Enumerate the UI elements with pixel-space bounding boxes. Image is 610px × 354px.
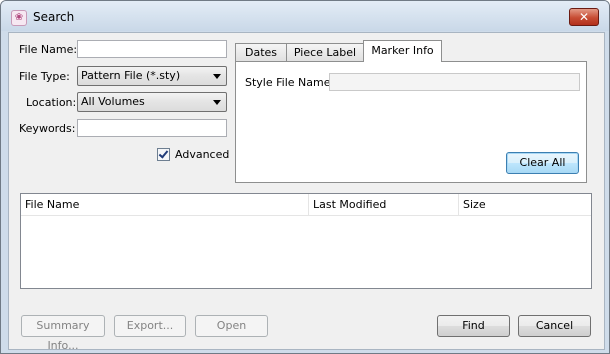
advanced-label: Advanced [175, 148, 230, 161]
clear-all-button[interactable]: Clear All [506, 152, 579, 174]
chevron-down-icon [213, 100, 221, 105]
keywords-input[interactable] [77, 119, 227, 137]
marker-info-panel: Style File Name: Clear All [235, 61, 587, 183]
style-file-name-input[interactable] [329, 73, 580, 91]
open-button[interactable]: Open [195, 315, 268, 337]
file-name-input[interactable] [77, 40, 227, 58]
summary-info-button[interactable]: Summary Info... [21, 315, 105, 352]
export-button[interactable]: Export... [114, 315, 186, 337]
style-file-name-label: Style File Name: [245, 76, 335, 89]
close-button[interactable]: ✕ [569, 8, 599, 26]
file-type-value: Pattern File (*.sty) [81, 69, 181, 82]
column-header-file-name[interactable]: File Name [21, 194, 309, 215]
location-label: Location: [26, 96, 77, 109]
column-header-last-modified[interactable]: Last Modified [309, 194, 459, 215]
tab-marker-info[interactable]: Marker Info [363, 40, 442, 62]
chevron-down-icon [213, 74, 221, 79]
dialog-body: File Name: File Type: Pattern File (*.st… [8, 32, 605, 352]
title-bar[interactable]: ❀ Search ✕ [1, 1, 609, 31]
results-table[interactable]: File Name Last Modified Size [20, 193, 592, 289]
file-type-label: File Type: [19, 70, 70, 83]
location-select[interactable]: All Volumes [77, 92, 227, 112]
keywords-label: Keywords: [19, 122, 76, 135]
file-type-select[interactable]: Pattern File (*.sty) [77, 66, 227, 86]
results-header: File Name Last Modified Size [21, 194, 591, 216]
file-name-label: File Name: [19, 43, 78, 56]
tab-dates[interactable]: Dates [235, 43, 287, 62]
search-dialog: ❀ Search ✕ File Name: File Type: Pattern… [0, 0, 610, 354]
app-logo-icon: ❀ [11, 10, 27, 26]
find-button[interactable]: Find [437, 315, 510, 337]
cancel-button[interactable]: Cancel [518, 315, 591, 337]
advanced-checkbox[interactable] [157, 148, 170, 161]
tab-piece-label[interactable]: Piece Label [286, 43, 364, 62]
column-header-size[interactable]: Size [459, 194, 591, 215]
location-value: All Volumes [81, 95, 145, 108]
window-title: Search [33, 10, 75, 24]
